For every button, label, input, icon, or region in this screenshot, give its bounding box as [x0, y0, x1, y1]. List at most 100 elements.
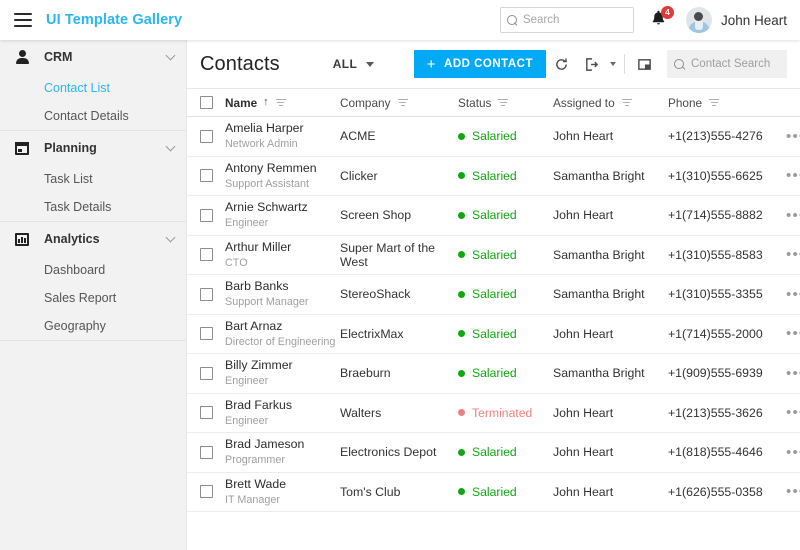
table-row[interactable]: Barb BanksSupport ManagerStereoShackSala… — [187, 275, 800, 315]
contact-job-title: Support Assistant — [225, 177, 340, 191]
cell-phone: +1(213)555-3626 — [668, 406, 778, 420]
row-checkbox-cell — [200, 406, 225, 419]
contact-name: Brad Farkus — [225, 398, 340, 413]
filter-icon[interactable] — [398, 99, 408, 107]
contact-job-title: Engineer — [225, 216, 340, 230]
contacts-grid: Name ↑ Company Status Assigned to — [187, 88, 800, 550]
row-menu-button[interactable]: ••• — [786, 445, 800, 460]
table-row[interactable]: Brett WadeIT ManagerTom's ClubSalariedJo… — [187, 473, 800, 513]
row-checkbox[interactable] — [200, 327, 213, 340]
chevron-down-icon[interactable] — [166, 51, 176, 61]
nav-group-planning: Planning Task List Task Details — [0, 131, 186, 222]
row-menu-button[interactable]: ••• — [786, 247, 800, 262]
column-header-status[interactable]: Status — [458, 96, 553, 110]
row-menu-button[interactable]: ••• — [786, 366, 800, 381]
row-menu-button[interactable]: ••• — [786, 208, 800, 223]
row-checkbox[interactable] — [200, 248, 213, 261]
table-row[interactable]: Arthur MillerCTOSuper Mart of the WestSa… — [187, 236, 800, 276]
contact-name: Brett Wade — [225, 477, 340, 492]
cell-assigned-to: Samantha Bright — [553, 287, 668, 301]
column-chooser-button[interactable] — [629, 49, 659, 79]
user-icon — [14, 49, 30, 65]
table-row[interactable]: Bart ArnazDirector of EngineeringElectri… — [187, 315, 800, 355]
row-menu-button[interactable]: ••• — [786, 484, 800, 499]
row-checkbox[interactable] — [200, 485, 213, 498]
notification-badge-count: 4 — [661, 6, 674, 19]
contact-job-title: Engineer — [225, 414, 340, 428]
global-search-input[interactable]: Search — [500, 7, 634, 33]
sidebar-label-sales-report: Sales Report — [44, 291, 116, 305]
add-contact-button[interactable]: + ADD CONTACT — [414, 50, 546, 78]
filter-icon[interactable] — [622, 99, 632, 107]
cell-actions: ••• — [778, 168, 800, 183]
sidebar-item-crm[interactable]: CRM — [0, 40, 186, 74]
cell-status: Salaried — [458, 169, 553, 183]
notifications-button[interactable]: 4 — [650, 10, 667, 30]
row-menu-button[interactable]: ••• — [786, 168, 800, 183]
cell-assigned-to: John Heart — [553, 327, 668, 341]
row-menu-button[interactable]: ••• — [786, 326, 800, 341]
column-header-assigned-to[interactable]: Assigned to — [553, 96, 668, 110]
cell-name: Amelia HarperNetwork Admin — [225, 121, 340, 151]
cell-status: Salaried — [458, 129, 553, 143]
row-menu-button[interactable]: ••• — [786, 405, 800, 420]
row-menu-button[interactable]: ••• — [786, 129, 800, 144]
contact-name: Amelia Harper — [225, 121, 340, 136]
sidebar-item-dashboard[interactable]: Dashboard — [0, 256, 186, 284]
sidebar-item-planning[interactable]: Planning — [0, 131, 186, 165]
table-row[interactable]: Brad JamesonProgrammerElectronics DepotS… — [187, 433, 800, 473]
export-button[interactable] — [576, 49, 606, 79]
table-row[interactable]: Amelia HarperNetwork AdminACMESalariedJo… — [187, 117, 800, 157]
cell-actions: ••• — [778, 366, 800, 381]
sidebar-item-task-list[interactable]: Task List — [0, 165, 186, 193]
table-row[interactable]: Brad FarkusEngineerWaltersTerminatedJohn… — [187, 394, 800, 434]
sidebar-item-sales-report[interactable]: Sales Report — [0, 284, 186, 312]
table-row[interactable]: Billy ZimmerEngineerBraeburnSalariedSama… — [187, 354, 800, 394]
contact-name: Arthur Miller — [225, 240, 340, 255]
table-row[interactable]: Antony RemmenSupport AssistantClickerSal… — [187, 157, 800, 197]
sidebar-label-analytics: Analytics — [44, 232, 167, 246]
table-row[interactable]: Arnie SchwartzEngineerScreen ShopSalarie… — [187, 196, 800, 236]
column-chooser-icon — [637, 57, 652, 72]
contact-job-title: Engineer — [225, 374, 340, 388]
user-name[interactable]: John Heart — [721, 13, 787, 28]
filter-icon[interactable] — [498, 99, 508, 107]
user-avatar[interactable] — [686, 7, 712, 33]
row-menu-button[interactable]: ••• — [786, 287, 800, 302]
column-header-phone[interactable]: Phone — [668, 96, 778, 110]
row-checkbox[interactable] — [200, 130, 213, 143]
sidebar-item-task-details[interactable]: Task Details — [0, 193, 186, 221]
row-checkbox[interactable] — [200, 446, 213, 459]
row-checkbox[interactable] — [200, 209, 213, 222]
select-all-checkbox[interactable] — [200, 96, 213, 109]
cell-name: Billy ZimmerEngineer — [225, 358, 340, 388]
cell-company: Electronics Depot — [340, 445, 458, 459]
refresh-button[interactable] — [546, 49, 576, 79]
contact-name: Billy Zimmer — [225, 358, 340, 373]
row-checkbox[interactable] — [200, 406, 213, 419]
sidebar-item-analytics[interactable]: Analytics — [0, 222, 186, 256]
cell-company: ACME — [340, 129, 458, 143]
cell-company: Tom's Club — [340, 485, 458, 499]
cell-actions: ••• — [778, 129, 800, 144]
column-header-name[interactable]: Name ↑ — [225, 96, 340, 110]
sidebar-item-geography[interactable]: Geography — [0, 312, 186, 340]
sidebar-item-contact-details[interactable]: Contact Details — [0, 102, 186, 130]
chevron-down-icon[interactable] — [166, 233, 176, 243]
status-filter-dropdown[interactable]: ALL — [333, 57, 375, 71]
status-badge: Salaried — [472, 248, 517, 262]
cell-company: ElectrixMax — [340, 327, 458, 341]
hamburger-menu-icon[interactable] — [14, 13, 32, 27]
row-checkbox[interactable] — [200, 367, 213, 380]
chevron-down-icon[interactable] — [166, 142, 176, 152]
export-dropdown-button[interactable] — [606, 49, 620, 79]
column-header-company[interactable]: Company — [340, 96, 458, 110]
filter-icon[interactable] — [276, 99, 286, 107]
contact-search-input[interactable]: Contact Search — [667, 50, 787, 78]
sidebar-item-contact-list[interactable]: Contact List — [0, 74, 186, 102]
cell-status: Salaried — [458, 208, 553, 222]
filter-icon[interactable] — [709, 99, 719, 107]
status-badge: Terminated — [472, 406, 532, 420]
row-checkbox[interactable] — [200, 288, 213, 301]
row-checkbox[interactable] — [200, 169, 213, 182]
